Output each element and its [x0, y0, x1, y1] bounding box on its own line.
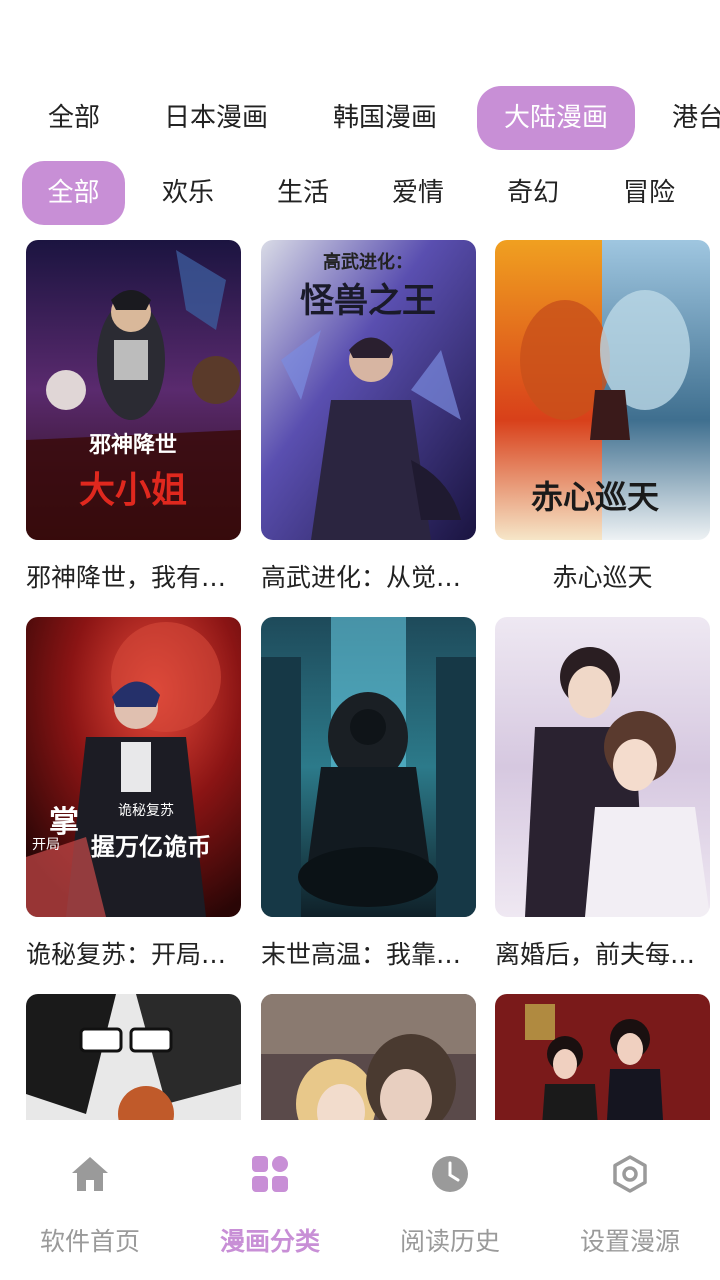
comic-card[interactable]: 末世高温：我靠… — [261, 617, 476, 971]
comic-cover — [495, 617, 710, 917]
comic-cover: 赤心巡天 — [495, 240, 710, 540]
genre-tab-life[interactable]: 生活 — [257, 161, 349, 225]
comic-cover — [495, 994, 710, 1120]
svg-text:掌: 掌 — [49, 805, 79, 840]
svg-text:诡秘复苏: 诡秘复苏 — [118, 802, 174, 819]
region-tab-hktw[interactable]: 港台 — [660, 86, 720, 150]
comic-card[interactable] — [261, 994, 476, 1120]
region-tab-all[interactable]: 全部 — [22, 86, 126, 150]
genre-tab-fun[interactable]: 欢乐 — [142, 161, 234, 225]
svg-text:握万亿诡币: 握万亿诡币 — [91, 833, 211, 861]
svg-text:高武进化：: 高武进化： — [323, 251, 413, 273]
svg-text:邪神降世: 邪神降世 — [88, 432, 177, 458]
comic-card[interactable]: 邪神降世 大小姐 邪神降世，我有… — [26, 240, 241, 594]
comic-cover — [261, 617, 476, 917]
comic-grid: 邪神降世 大小姐 邪神降世，我有… 高武进化： 怪兽之王 高武进化：从觉… 赤心… — [0, 240, 720, 1120]
genre-tab-fantasy[interactable]: 奇幻 — [487, 161, 579, 225]
comic-cover — [26, 994, 241, 1120]
home-icon — [72, 1157, 108, 1191]
region-tab-mainland[interactable]: 大陆漫画 — [477, 86, 635, 150]
comic-title: 离婚后，前夫每… — [495, 940, 696, 969]
nav-item-home[interactable]: 软件首页 — [0, 1120, 180, 1280]
svg-text:怪兽之王: 怪兽之王 — [300, 281, 436, 321]
comic-card[interactable]: 高武进化： 怪兽之王 高武进化：从觉… — [261, 240, 476, 594]
comic-card[interactable]: 诡秘复苏 掌 开局 握万亿诡币 诡秘复苏：开局… — [26, 617, 241, 971]
nav-label-category: 漫画分类 — [219, 1227, 320, 1256]
comic-title: 诡秘复苏：开局… — [26, 940, 227, 969]
genre-tab-adventure[interactable]: 冒险 — [603, 161, 695, 225]
comic-card[interactable] — [26, 994, 241, 1120]
region-tab-bar: 全部 日本漫画 韩国漫画 大陆漫画 港台 — [0, 86, 720, 150]
comic-card[interactable]: 赤心巡天 赤心巡天 — [495, 240, 710, 594]
region-tab-korea[interactable]: 韩国漫画 — [318, 86, 452, 150]
comic-cover: 诡秘复苏 掌 开局 握万亿诡币 — [26, 617, 241, 917]
app-root: 全部 日本漫画 韩国漫画 大陆漫画 港台 全部 欢乐 生活 爱情 奇幻 冒险 邪… — [0, 0, 720, 1280]
nav-item-history[interactable]: 阅读历史 — [360, 1120, 540, 1280]
comic-cover — [261, 994, 476, 1120]
genre-tab-romance[interactable]: 爱情 — [372, 161, 464, 225]
comic-cover: 高武进化： 怪兽之王 — [261, 240, 476, 540]
grid-icon — [252, 1156, 288, 1192]
nav-label-home: 软件首页 — [39, 1227, 140, 1256]
clock-icon — [432, 1156, 468, 1192]
genre-tab-all[interactable]: 全部 — [22, 161, 125, 225]
genre-tab-bar: 全部 欢乐 生活 爱情 奇幻 冒险 — [0, 161, 720, 225]
comic-title: 赤心巡天 — [552, 563, 653, 592]
comic-card[interactable]: 离婚后，前夫每… — [495, 617, 710, 971]
svg-text:开局: 开局 — [32, 837, 60, 853]
bottom-nav: 软件首页 漫画分类 阅读历史 设置漫源 — [0, 1120, 720, 1280]
comic-title: 末世高温：我靠… — [261, 940, 462, 969]
comic-card[interactable] — [495, 994, 710, 1120]
nav-item-settings[interactable]: 设置漫源 — [540, 1120, 720, 1280]
nav-item-category[interactable]: 漫画分类 — [180, 1120, 360, 1280]
svg-text:赤心巡天: 赤心巡天 — [531, 478, 659, 516]
comic-title: 邪神降世，我有… — [26, 563, 227, 592]
nav-label-history: 阅读历史 — [399, 1227, 500, 1256]
settings-hex-icon — [613, 1155, 647, 1193]
comic-cover: 邪神降世 大小姐 — [26, 240, 241, 540]
svg-text:大小姐: 大小姐 — [79, 470, 187, 511]
region-tab-japan[interactable]: 日本漫画 — [150, 86, 282, 150]
comic-title: 高武进化：从觉… — [261, 563, 462, 592]
nav-label-settings: 设置漫源 — [579, 1227, 680, 1256]
